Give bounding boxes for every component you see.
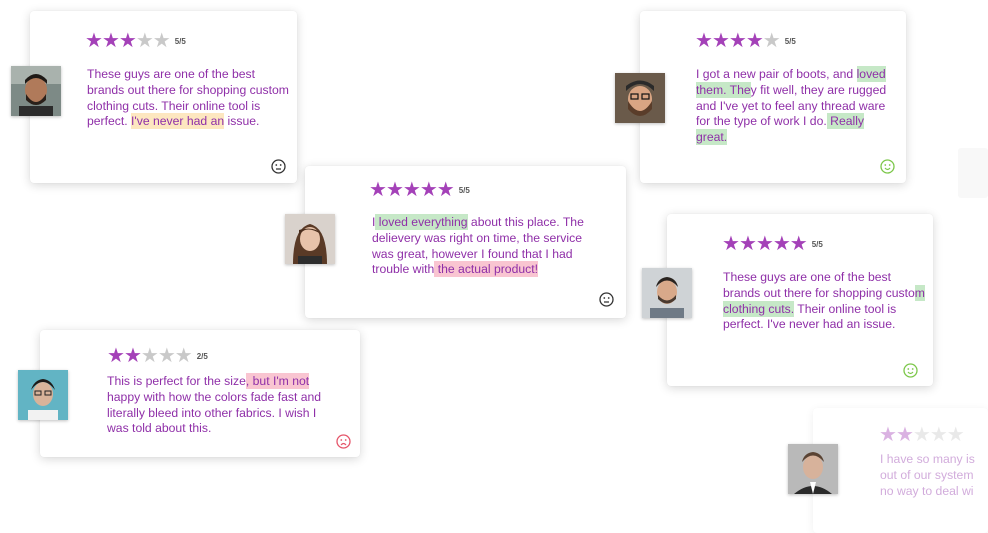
avatar — [615, 73, 665, 123]
review-text-segment: happy with how the colors fade fast and … — [107, 389, 322, 436]
rating-score: 5/5 — [784, 36, 796, 46]
avatar — [18, 370, 68, 420]
star-filled-icon: ★ — [879, 424, 897, 446]
review-text-segment: These guys are one of the best brands ou… — [723, 270, 915, 300]
review-text-segment: I have so many is out of our system no w… — [880, 452, 975, 498]
star-filled-icon: ★ — [695, 30, 713, 52]
avatar — [11, 66, 61, 116]
star-filled-icon: ★ — [85, 30, 103, 52]
star-empty-icon: ★ — [135, 30, 154, 52]
highlighted-phrase: loved everything — [375, 214, 468, 230]
neutral-face-icon — [599, 292, 614, 307]
rating-score: 2/5 — [196, 351, 208, 361]
review-card-4[interactable]: ★ ★ ★ ★ ★ 5/5 I got a new pair of boots, and … — [640, 11, 906, 183]
neutral-face-icon — [271, 159, 286, 174]
review-card-2[interactable]: ★ ★ ★ ★ ★ 5/5 I loved everything about this p… — [305, 166, 626, 318]
rating-score: 5/5 — [174, 36, 186, 46]
highlighted-phrase: I've never had an — [131, 113, 225, 130]
star-filled-icon: ★ — [101, 30, 120, 52]
star-rating: ★ ★ ★ ★ ★ 5/5 — [695, 31, 796, 51]
star-filled-icon: ★ — [772, 233, 791, 255]
star-empty-icon: ★ — [174, 345, 193, 367]
star-filled-icon: ★ — [419, 179, 438, 201]
star-filled-icon: ★ — [789, 233, 808, 255]
review-text: These guys are one of the best brands ou… — [87, 67, 293, 130]
avatar — [642, 268, 692, 318]
review-text: I have so many is out of our system no w… — [880, 452, 978, 499]
avatar — [788, 444, 838, 494]
avatar — [285, 214, 335, 264]
review-card-1[interactable]: ★ ★ ★ ★ ★ 5/5 These guys are one of the best … — [30, 11, 297, 183]
star-filled-icon: ★ — [118, 30, 137, 52]
review-card-3[interactable]: ★ ★ ★ ★ ★ 2/5 This is perfect for the size, b… — [40, 330, 360, 457]
star-empty-icon: ★ — [929, 424, 948, 446]
highlighted-phrase: the actual product! — [434, 261, 538, 278]
star-empty-icon: ★ — [912, 424, 931, 446]
star-filled-icon: ★ — [123, 345, 142, 367]
star-empty-icon: ★ — [946, 424, 965, 446]
star-filled-icon: ★ — [107, 345, 125, 367]
happy-face-icon — [903, 363, 918, 378]
star-filled-icon: ★ — [755, 233, 774, 255]
star-filled-icon: ★ — [711, 30, 730, 52]
highlighted-phrase: , but I'm not — [245, 373, 310, 389]
sad-face-icon — [336, 434, 351, 449]
review-card-6[interactable]: ★ ★ ★ ★ ★ I have so many is out of our syste… — [813, 408, 988, 533]
star-rating: ★ ★ ★ ★ ★ 5/5 — [369, 180, 470, 200]
star-filled-icon: ★ — [738, 233, 757, 255]
rating-score: 5/5 — [458, 185, 470, 195]
star-filled-icon: ★ — [745, 30, 764, 52]
star-rating: ★ ★ ★ ★ ★ 5/5 — [85, 31, 186, 51]
review-text: I loved everything about this place. The… — [372, 214, 604, 278]
star-filled-icon: ★ — [436, 179, 455, 201]
review-text-segment: I got a new pair of boots, and — [696, 67, 857, 81]
star-filled-icon: ★ — [728, 30, 747, 52]
star-filled-icon: ★ — [402, 179, 421, 201]
review-text: These guys are one of the best brands ou… — [723, 270, 929, 333]
star-empty-icon: ★ — [152, 30, 171, 52]
star-filled-icon: ★ — [385, 179, 404, 201]
review-card-5[interactable]: ★ ★ ★ ★ ★ 5/5 These guys are one of the best … — [667, 214, 933, 386]
review-text-segment: This is perfect for the size — [107, 374, 246, 388]
review-text: This is perfect for the size, but I'm no… — [107, 373, 335, 437]
star-filled-icon: ★ — [722, 233, 740, 255]
review-text: I got a new pair of boots, and loved the… — [696, 66, 892, 146]
background-card-ghost — [958, 148, 988, 198]
star-filled-icon: ★ — [369, 179, 387, 201]
star-rating: ★ ★ ★ ★ ★ 5/5 — [722, 234, 823, 254]
star-empty-icon: ★ — [157, 345, 176, 367]
star-rating: ★ ★ ★ ★ ★ — [879, 424, 965, 446]
star-rating: ★ ★ ★ ★ ★ 2/5 — [107, 346, 208, 366]
star-empty-icon: ★ — [762, 30, 781, 52]
star-filled-icon: ★ — [895, 424, 914, 446]
review-text-segment: issue. — [224, 114, 260, 129]
rating-score: 5/5 — [811, 239, 823, 249]
star-empty-icon: ★ — [140, 345, 159, 367]
happy-face-icon — [880, 159, 895, 174]
